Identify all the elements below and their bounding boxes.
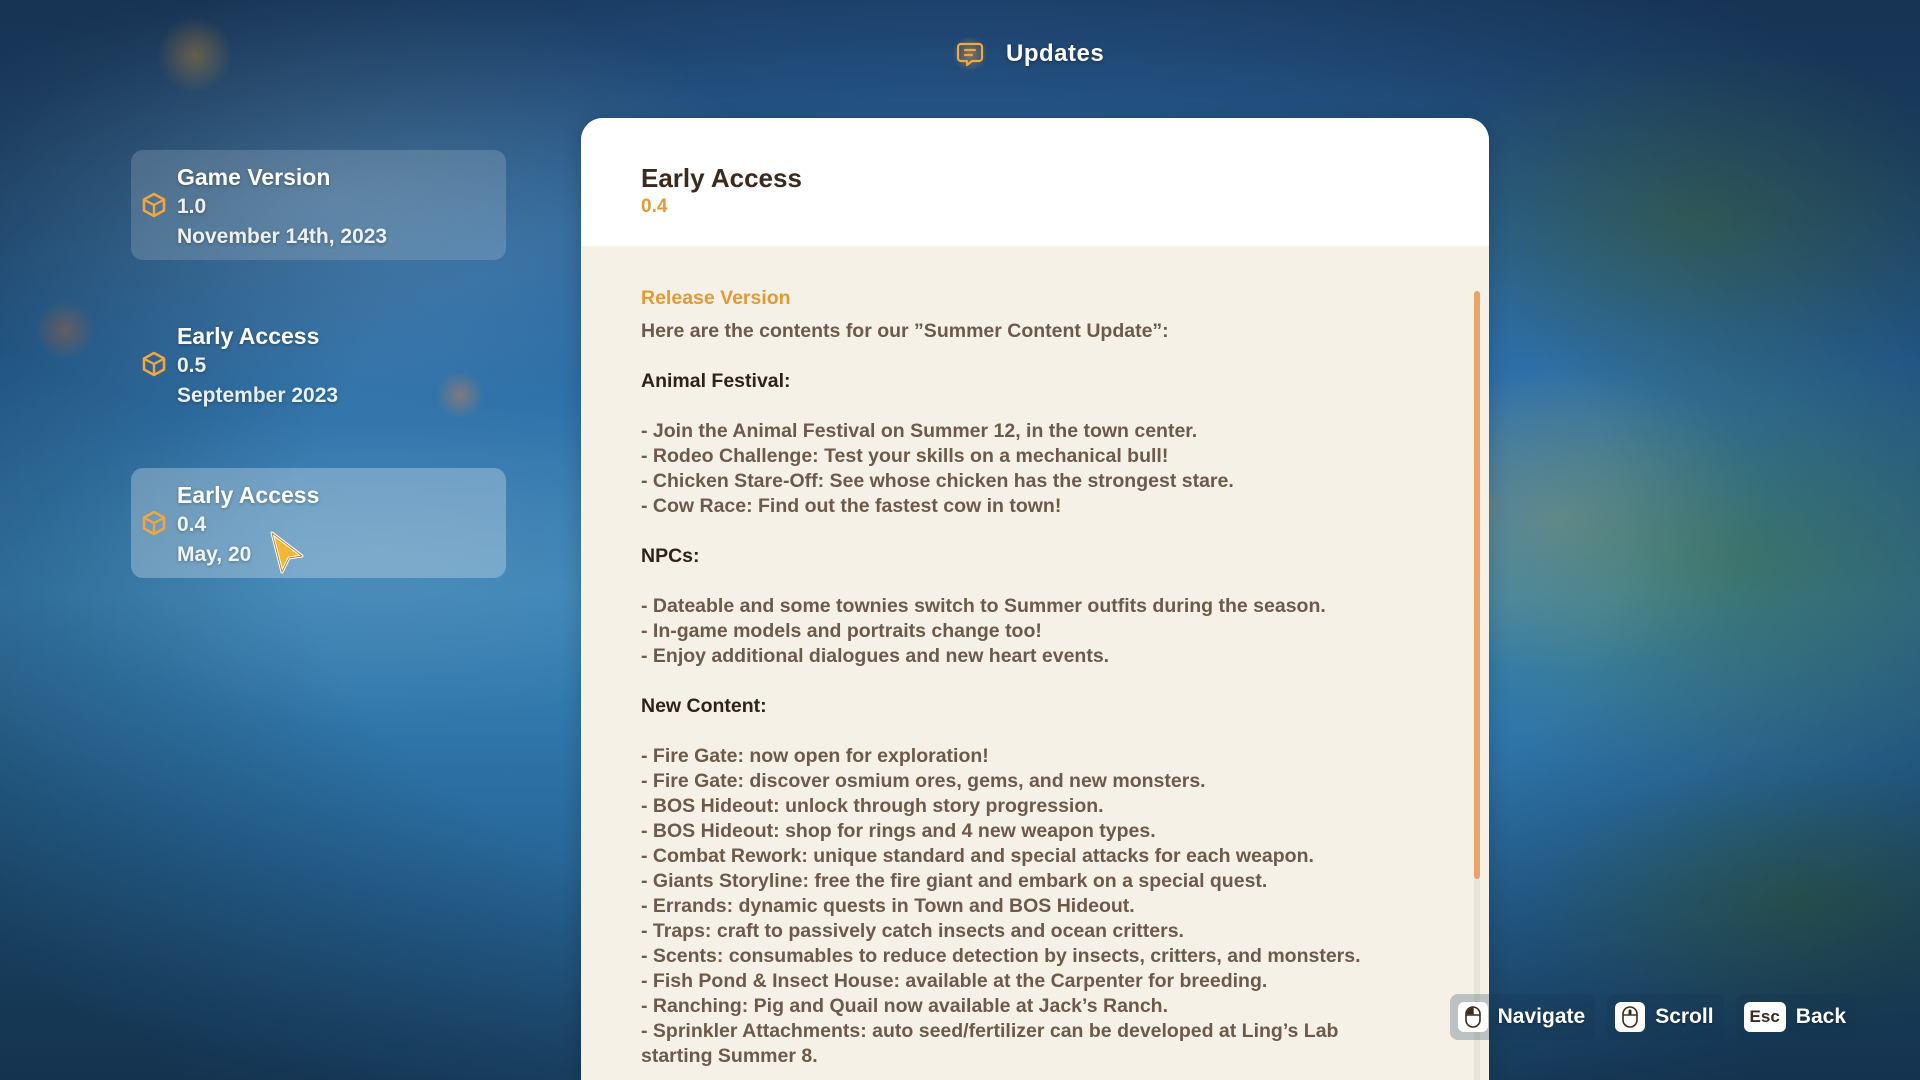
version-list: Game Version 1.0 November 14th, 2023 Ear… [131, 150, 506, 627]
version-item-game-1-0[interactable]: Game Version 1.0 November 14th, 2023 [131, 150, 506, 260]
section-heading: NPCs: [641, 545, 700, 567]
chat-bubble-icon [952, 36, 988, 72]
list-item: - Join the Animal Festival on Summer 12,… [641, 420, 1198, 442]
list-item: - Rodeo Challenge: Test your skills on a… [641, 445, 1169, 467]
version-item-early-access-0-4[interactable]: Early Access 0.4 May, 20 [131, 468, 506, 578]
list-item: - BOS Hideout: unlock through story prog… [641, 795, 1104, 817]
update-details-panel: Early Access 0.4 Release Version Here ar… [581, 118, 1489, 1080]
list-item: - Traps: craft to passively catch insect… [641, 920, 1184, 942]
hint-scroll[interactable]: Scroll [1607, 994, 1724, 1040]
scrollbar-thumb[interactable] [1474, 291, 1480, 879]
version-name: Early Access [177, 323, 320, 349]
section-heading: Animal Festival: [641, 370, 791, 392]
panel-header: Early Access 0.4 [581, 118, 1489, 246]
version-cube-icon [142, 192, 166, 218]
version-cube-icon [142, 351, 166, 377]
version-date: September 2023 [177, 384, 339, 407]
release-version-label: Release Version [641, 287, 791, 309]
list-item: - Errands: dynamic quests in Town and BO… [641, 895, 1135, 917]
patch-notes-body[interactable]: Release Version Here are the contents fo… [581, 246, 1489, 1069]
esc-key: Esc [1743, 1002, 1786, 1032]
version-number: 0.5 [177, 354, 207, 377]
version-date: November 14th, 2023 [177, 225, 388, 248]
list-item: - Enjoy additional dialogues and new hea… [641, 645, 1110, 667]
list-item: - Dateable and some townies switch to Su… [641, 595, 1326, 617]
panel-title: Early Access [641, 163, 802, 193]
list-item: - BOS Hideout: shop for rings and 4 new … [641, 820, 1156, 842]
list-item: - Ranching: Pig and Quail now available … [641, 995, 1168, 1017]
hint-label: Navigate [1497, 1005, 1586, 1028]
panel-version: 0.4 [641, 196, 668, 217]
list-item: - Chicken Stare-Off: See whose chicken h… [641, 470, 1234, 492]
version-cube-icon [142, 510, 166, 536]
hint-navigate[interactable]: Navigate [1449, 994, 1596, 1040]
list-item: - Combat Rework: unique standard and spe… [641, 845, 1314, 867]
mouse-cursor-icon [270, 531, 304, 574]
list-item: - Giants Storyline: free the fire giant … [641, 870, 1268, 892]
version-name: Game Version [177, 164, 331, 190]
page-title: Updates [1006, 40, 1105, 67]
list-item: - In-game models and portraits change to… [641, 620, 1042, 642]
section-heading: New Content: [641, 695, 767, 717]
list-item: - Fish Pond & Insect House: available at… [641, 970, 1268, 992]
version-item-early-access-0-5[interactable]: Early Access 0.5 September 2023 [131, 309, 506, 419]
version-number: 1.0 [177, 195, 207, 218]
version-name: Early Access [177, 482, 320, 508]
list-item: - Fire Gate: now open for exploration! [641, 745, 989, 767]
control-hints: Navigate Scroll Esc Back [1449, 994, 1856, 1040]
mouse-wheel-icon [1615, 1002, 1646, 1032]
hint-label: Scroll [1655, 1005, 1714, 1028]
hint-back[interactable]: Esc Back [1735, 994, 1856, 1040]
list-item: - Scents: consumables to reduce detectio… [641, 945, 1361, 967]
intro-text: Here are the contents for our ”Summer Co… [641, 320, 1169, 342]
list-item: - Sprinkler Attachments: auto seed/ferti… [641, 1020, 1339, 1042]
list-item: - Fire Gate: discover osmium ores, gems,… [641, 770, 1206, 792]
version-number: 0.4 [177, 513, 207, 536]
hint-label: Back [1795, 1005, 1846, 1028]
list-item: - Cow Race: Find out the fastest cow in … [641, 495, 1062, 517]
mouse-icon [1457, 1002, 1488, 1032]
page-header: Updates [952, 36, 1104, 72]
list-item: starting Summer 8. [641, 1045, 818, 1067]
version-date: May, 20 [177, 543, 252, 566]
